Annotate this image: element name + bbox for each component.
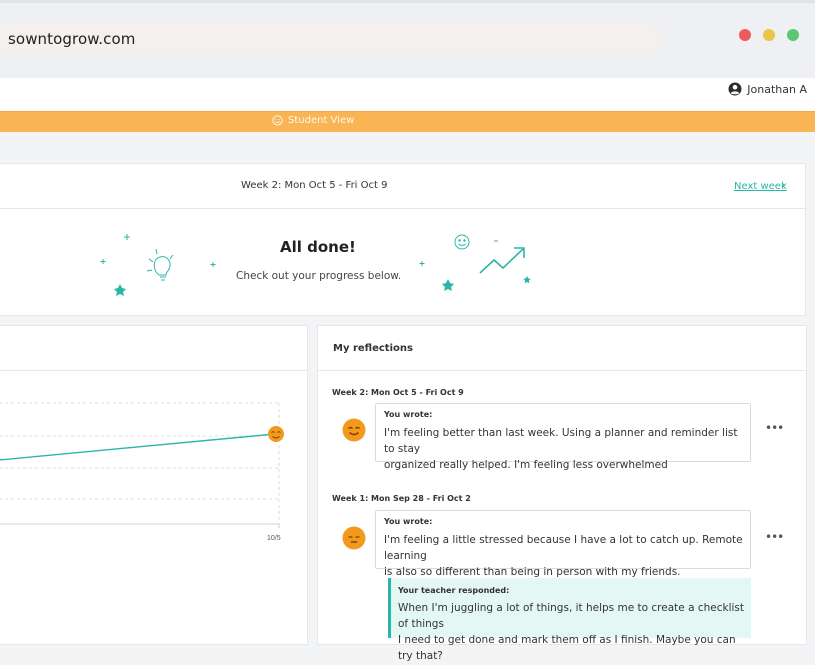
chevron-right-icon[interactable]: ›: [781, 178, 786, 192]
student-face-icon: [272, 115, 283, 126]
user-name: Jonathan A: [747, 82, 807, 96]
reflection-entry: You wrote: I'm feeling a little stressed…: [375, 510, 751, 578]
week-navigation: Week 2: Mon Oct 5 - Fri Oct 9 Next week …: [0, 163, 806, 209]
window-minimize-button[interactable]: [763, 29, 775, 41]
reflection-entry: You wrote: I'm feeling better than last …: [375, 403, 751, 471]
trending-up-icon: [479, 248, 524, 274]
reflections-title: My reflections: [333, 343, 413, 354]
x-tick-label: 10/5: [267, 535, 281, 542]
smiley-icon: [454, 234, 470, 250]
lightbulb-icon: [146, 248, 174, 281]
you-wrote-label: You wrote:: [384, 410, 433, 419]
url-text[interactable]: sowntogrow.com: [8, 30, 135, 48]
celebration-decorations: [100, 234, 531, 296]
progress-line: [0, 433, 276, 461]
completion-subtext: Check out your progress below.: [236, 270, 402, 282]
browser-chrome: sowntogrow.com: [0, 0, 815, 78]
completion-card: All done! Check out your progress below.: [0, 209, 806, 316]
more-options-button[interactable]: •••: [765, 421, 784, 435]
window-maximize-button[interactable]: [787, 29, 799, 41]
student-view-banner: Student View: [0, 111, 815, 132]
reflection-text-line: I'm feeling better than last week. Using…: [384, 427, 738, 455]
chrome-border: [0, 0, 815, 3]
chart-card-header: [0, 326, 307, 371]
next-week-link[interactable]: Next week: [734, 181, 787, 192]
chart-point-smiling-face: [268, 426, 284, 442]
smiling-face-icon: [342, 418, 366, 442]
more-options-button[interactable]: •••: [765, 530, 784, 544]
reflection-text-line: organized really helped. I'm feeling les…: [384, 459, 668, 471]
reflections-header: My reflections: [318, 326, 806, 371]
you-wrote-label: You wrote:: [384, 517, 433, 526]
teacher-response-line: I need to get done and mark them off as …: [398, 634, 736, 662]
reflection-week-label: Week 2: Mon Oct 5 - Fri Oct 9: [332, 388, 464, 397]
user-menu[interactable]: Jonathan A: [728, 82, 807, 96]
teacher-response-label: Your teacher responded:: [398, 586, 510, 595]
address-bar[interactable]: sowntogrow.com: [0, 22, 662, 55]
reflection-text: I'm feeling a little stressed because I …: [384, 532, 750, 580]
user-account-icon: [728, 82, 742, 96]
window-close-button[interactable]: [739, 29, 751, 41]
neutral-face-icon: [342, 526, 366, 550]
teacher-response: Your teacher responded: When I'm jugglin…: [388, 578, 751, 662]
teacher-response-text: When I'm juggling a lot of things, it he…: [398, 600, 751, 664]
reflection-text-line: I'm feeling a little stressed because I …: [384, 534, 743, 562]
completion-headline: All done!: [280, 238, 356, 256]
progress-chart: 10/5: [0, 402, 284, 542]
app-header: Jonathan A: [0, 78, 815, 111]
week-title: Week 2: Mon Oct 5 - Fri Oct 9: [241, 180, 388, 191]
student-view-label: Student View: [288, 115, 355, 126]
teacher-response-line: When I'm juggling a lot of things, it he…: [398, 602, 744, 630]
reflection-text: I'm feeling better than last week. Using…: [384, 425, 750, 473]
reflection-week-label: Week 1: Mon Sep 28 - Fri Oct 2: [332, 494, 471, 503]
progress-chart-card: 10/5: [0, 325, 308, 645]
